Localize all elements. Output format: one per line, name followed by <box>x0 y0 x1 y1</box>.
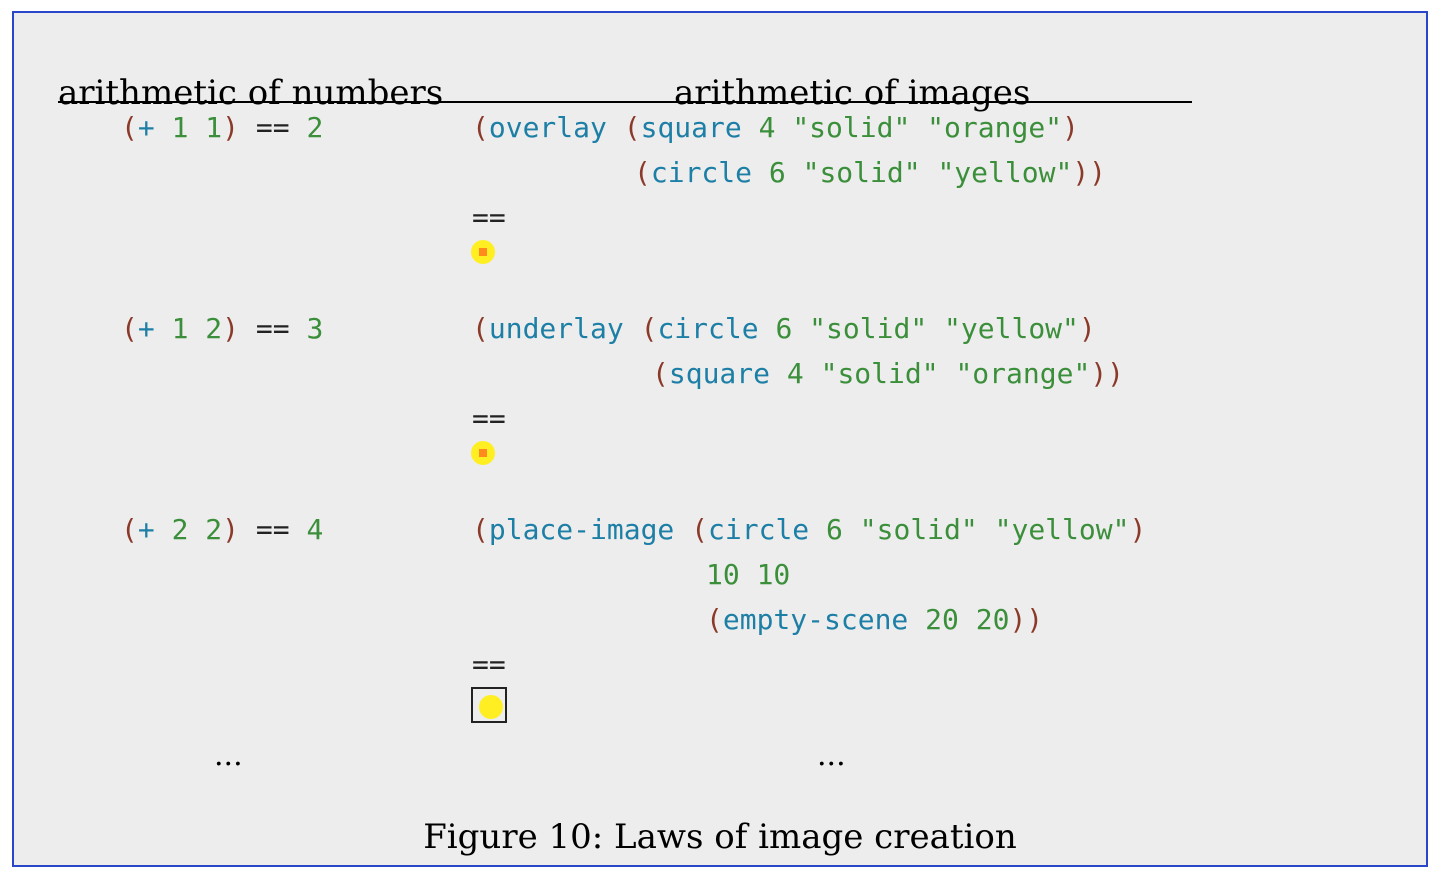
figure-caption: Figure 10: Laws of image creation <box>423 817 1017 857</box>
number-law-3: (+ 2 2) == 4 <box>121 513 324 546</box>
result-image-1 <box>471 240 495 264</box>
result-image-2 <box>471 441 495 465</box>
image-code-3-line-1: (place-image (circle 6 "solid" "yellow") <box>472 513 1147 546</box>
number-law-1: (+ 1 1) == 2 <box>121 111 324 144</box>
orange-square-icon <box>479 449 487 457</box>
number-law-2: (+ 1 2) == 3 <box>121 312 324 345</box>
result-image-3 <box>471 687 507 723</box>
orange-square-icon <box>479 248 487 256</box>
ellipsis-images: ... <box>817 738 846 773</box>
header-rule <box>58 101 1192 103</box>
image-code-3-line-3: (empty-scene 20 20)) <box>706 603 1044 636</box>
image-code-3-line-2: 10 10 <box>706 558 791 591</box>
image-code-1-line-2: (circle 6 "solid" "yellow")) <box>634 156 1107 189</box>
equals-1: == <box>472 201 506 234</box>
image-code-2-line-1: (underlay (circle 6 "solid" "yellow") <box>472 312 1096 345</box>
yellow-circle-icon <box>479 695 503 719</box>
ellipsis-numbers: ... <box>214 738 243 773</box>
figure-box: arithmetic of numbers arithmetic of imag… <box>12 11 1428 867</box>
image-code-2-line-2: (square 4 "solid" "orange")) <box>652 357 1125 390</box>
equals-3: == <box>472 648 506 681</box>
image-code-1-line-1: (overlay (square 4 "solid" "orange") <box>472 111 1079 144</box>
equals-2: == <box>472 402 506 435</box>
